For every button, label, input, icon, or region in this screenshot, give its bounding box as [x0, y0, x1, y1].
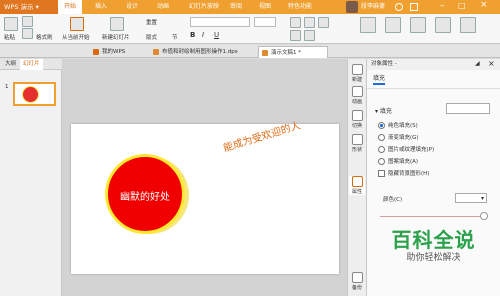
align-right-icon[interactable] [318, 17, 329, 28]
strip-backup-button[interactable]: 备份 [349, 272, 365, 291]
slide[interactable]: 幽默的好处 能成为受欢迎的人 [71, 120, 339, 274]
wps-icon [93, 49, 99, 55]
color-select[interactable]: ▾ [455, 193, 487, 203]
radio-indicator [378, 134, 385, 141]
skin-icon[interactable] [410, 3, 418, 11]
hide-background-checkbox[interactable]: 隐藏背景图形(H) [378, 169, 429, 177]
menu-special[interactable]: 特色功能 [288, 0, 312, 14]
new-slide-button[interactable]: 新建幻灯片 [102, 33, 130, 41]
property-icon [351, 176, 363, 187]
slide-thumbnail[interactable] [13, 82, 56, 106]
solid-fill-radio[interactable]: 纯色填充(S) [378, 121, 418, 129]
new-icon [351, 64, 363, 75]
color-label: 颜色(C) [383, 197, 403, 203]
menu-animation[interactable]: 动画 [157, 0, 169, 14]
radio-indicator [378, 146, 385, 153]
close-icon[interactable]: × [480, 0, 488, 10]
panel-header[interactable]: 对象属性 - [367, 59, 500, 70]
tab-slides[interactable]: 幻灯片 [20, 59, 43, 70]
quick-style-icon[interactable] [410, 17, 426, 33]
paste-icon[interactable] [4, 17, 18, 31]
font-size-select[interactable] [254, 17, 276, 27]
panel-divider [367, 88, 500, 89]
strip-transition-button[interactable]: 切换 [349, 110, 365, 129]
avatar[interactable] [346, 1, 358, 13]
panel-pin-icon[interactable]: ◢ [475, 60, 480, 67]
gradient-fill-radio[interactable]: 渐变填充(G) [378, 133, 419, 141]
numbering-icon[interactable] [304, 30, 315, 41]
arrange-icon[interactable] [385, 17, 401, 33]
outline-icon[interactable] [460, 17, 476, 33]
tab-outline[interactable]: 大纲 [2, 59, 19, 70]
reset-button[interactable]: 重置 [146, 18, 157, 26]
chevron-down-icon: ▾ [480, 195, 484, 202]
copy-icon[interactable] [22, 28, 33, 39]
tab-document-1[interactable]: 布值和封绘制用图形操作1.dps [150, 46, 256, 58]
tab-fill[interactable]: 填充 [373, 73, 386, 85]
app-name: WPS 演示 [4, 3, 34, 11]
layout-button[interactable]: 版式 [146, 33, 157, 41]
section-button[interactable]: 节 [172, 33, 178, 41]
strip-property-button[interactable]: 属性 [349, 176, 365, 195]
fill-preview-box[interactable] [446, 103, 490, 114]
font-name-select[interactable] [190, 17, 250, 27]
ribbon: 粘贴 格式刷 从当前开始 新建幻灯片 重置 版式 节 B I U [0, 14, 500, 44]
strip-shape-button[interactable]: 形状 [349, 134, 365, 153]
align-center-icon[interactable] [304, 17, 315, 28]
app-menu-button[interactable]: WPS 演示 ▾ [0, 0, 58, 14]
tab-my-wps[interactable]: 我的WPS [90, 46, 146, 58]
picture-fill-radio[interactable]: 图片或纹理填充(P) [378, 145, 434, 153]
menu-slideshow[interactable]: 幻灯片放映 [189, 0, 219, 14]
radio-indicator [378, 158, 385, 165]
from-current-button[interactable]: 从当前开始 [62, 33, 90, 41]
menu-review[interactable]: 审阅 [230, 0, 242, 14]
settings-icon[interactable] [395, 3, 403, 11]
shape-icon [351, 134, 363, 145]
underline-button[interactable]: U [214, 31, 219, 39]
user-name[interactable]: 段李麻婆 [361, 0, 385, 14]
bold-button[interactable]: B [190, 31, 195, 39]
menu-design[interactable]: 设计 [126, 0, 138, 14]
panel-close-icon[interactable]: × [488, 59, 495, 68]
presentation-icon [262, 50, 268, 56]
bullets-icon[interactable] [290, 30, 301, 41]
cut-icon[interactable] [22, 16, 33, 27]
transparency-slider[interactable] [380, 216, 482, 217]
format-painter-label[interactable]: 格式刷 [36, 33, 53, 41]
radio-indicator [378, 122, 385, 129]
thumbnail-circle [23, 87, 38, 102]
watermark-subtitle: 助你轻松解决 [406, 253, 461, 263]
checkbox-indicator [378, 170, 385, 177]
strip-new-button[interactable]: 新建 [349, 64, 365, 83]
strip-animation-button[interactable]: 动画 [349, 86, 365, 105]
new-slide-icon[interactable] [110, 17, 124, 31]
paste-label[interactable]: 粘贴 [4, 33, 15, 41]
tab-document-2[interactable]: 演示文稿1 * [258, 46, 328, 58]
minimize-icon[interactable]: – [440, 1, 445, 11]
slider-handle[interactable] [480, 212, 488, 220]
transition-icon [351, 110, 363, 121]
menu-insert[interactable]: 插入 [95, 0, 107, 14]
align-left-icon[interactable] [290, 17, 301, 28]
slide-number: 1 [5, 84, 9, 90]
pattern-fill-radio[interactable]: 图案填充(A) [378, 157, 418, 165]
menu-home[interactable]: 开始 [58, 0, 83, 14]
animation-icon [351, 86, 363, 97]
fill-section-header[interactable]: ▾ 填充 [375, 106, 392, 115]
fill-icon[interactable] [435, 17, 451, 33]
backup-icon [351, 272, 363, 283]
menu-view[interactable]: 视图 [259, 0, 271, 14]
italic-button[interactable]: I [202, 31, 204, 39]
play-icon[interactable] [70, 17, 84, 31]
watermark-title: 百科全说 [391, 228, 476, 252]
presentation-icon [153, 49, 159, 55]
circle-text[interactable]: 幽默的好处 [105, 188, 185, 203]
shapes-icon[interactable] [360, 17, 376, 33]
maximize-icon[interactable]: □ [458, 1, 466, 10]
